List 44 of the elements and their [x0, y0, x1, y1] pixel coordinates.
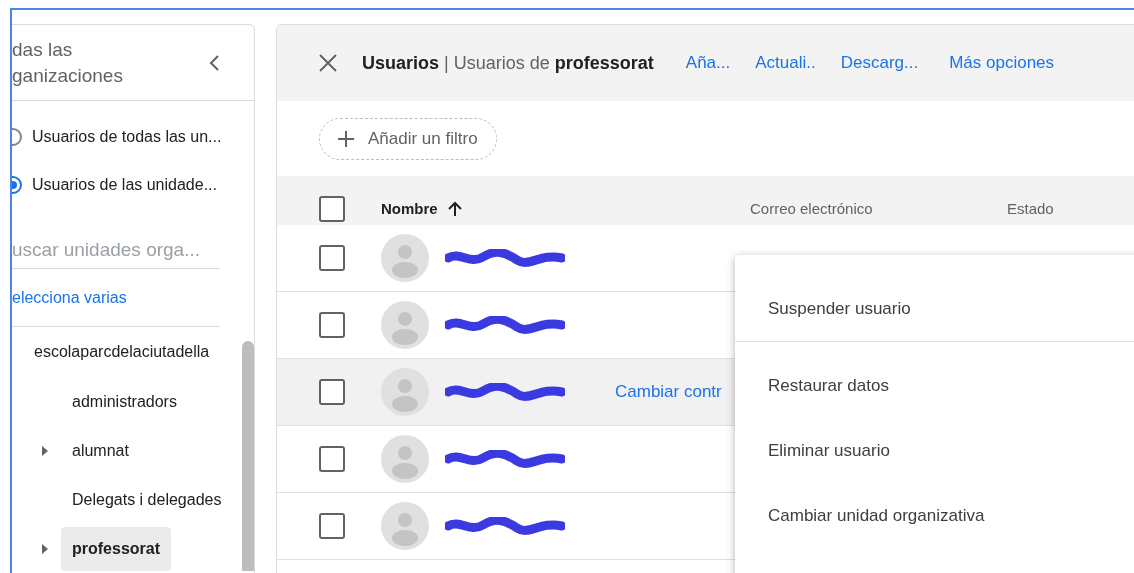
checkbox[interactable]: [319, 245, 345, 271]
tree-item[interactable]: professorat: [61, 526, 172, 571]
chevron-left-icon[interactable]: [208, 53, 220, 72]
menu-item[interactable]: Eliminar usuario: [768, 437, 890, 464]
menu-item[interactable]: Suspender usuario: [768, 296, 911, 322]
checkbox[interactable]: [319, 379, 345, 405]
tree-item[interactable]: Delegats i delegades: [72, 487, 222, 512]
scope-option-label[interactable]: Usuarios de todas las un...: [32, 125, 222, 149]
checkbox[interactable]: [319, 312, 345, 338]
expand-arrow-icon[interactable]: [42, 543, 48, 554]
toolbar-action-link[interactable]: Aña...: [685, 50, 731, 76]
sidebar-title: das las: [12, 37, 74, 62]
sort-arrow-icon[interactable]: [447, 201, 462, 217]
column-header[interactable]: Correo electrónico: [750, 197, 873, 221]
scrollbar[interactable]: [242, 341, 254, 571]
column-header[interactable]: Estado: [1007, 197, 1054, 221]
page-title: Usuarios | Usuarios de professorat: [362, 51, 654, 75]
radio-button[interactable]: [12, 128, 22, 146]
select-multiple-link[interactable]: elecciona varias: [12, 285, 127, 310]
avatar-icon: [381, 301, 429, 349]
scope-option-label[interactable]: Usuarios de las unidade...: [32, 173, 217, 197]
plus-icon: [338, 130, 354, 147]
checkbox[interactable]: [319, 196, 345, 222]
close-icon[interactable]: [319, 54, 337, 72]
toolbar-action-link[interactable]: Descarg...: [840, 50, 919, 76]
column-header[interactable]: Nombre: [381, 197, 438, 221]
change-password-link[interactable]: Cambiar contr: [615, 379, 722, 405]
menu-item[interactable]: Cambiar unidad organizativa: [768, 502, 985, 529]
avatar-icon: [381, 435, 429, 483]
toolbar-action-link[interactable]: Más opciones: [949, 50, 1055, 76]
checkbox[interactable]: [319, 446, 345, 472]
menu-item[interactable]: Restaurar datos: [768, 372, 889, 399]
radio-button[interactable]: [12, 176, 22, 194]
avatar-icon: [381, 368, 429, 416]
tree-item[interactable]: administradors: [72, 389, 177, 414]
search-field[interactable]: uscar unidades orga...: [12, 231, 220, 269]
sidebar-title: ganizaciones: [12, 63, 123, 88]
tree-item[interactable]: alumnat: [72, 438, 129, 463]
expand-arrow-icon[interactable]: [42, 445, 48, 456]
avatar-icon: [381, 234, 429, 282]
avatar-icon: [381, 502, 429, 550]
tree-item[interactable]: escolaparcdelaciutadella: [34, 340, 210, 364]
checkbox[interactable]: [319, 513, 345, 539]
toolbar-action-link[interactable]: Actuali..: [755, 50, 816, 76]
